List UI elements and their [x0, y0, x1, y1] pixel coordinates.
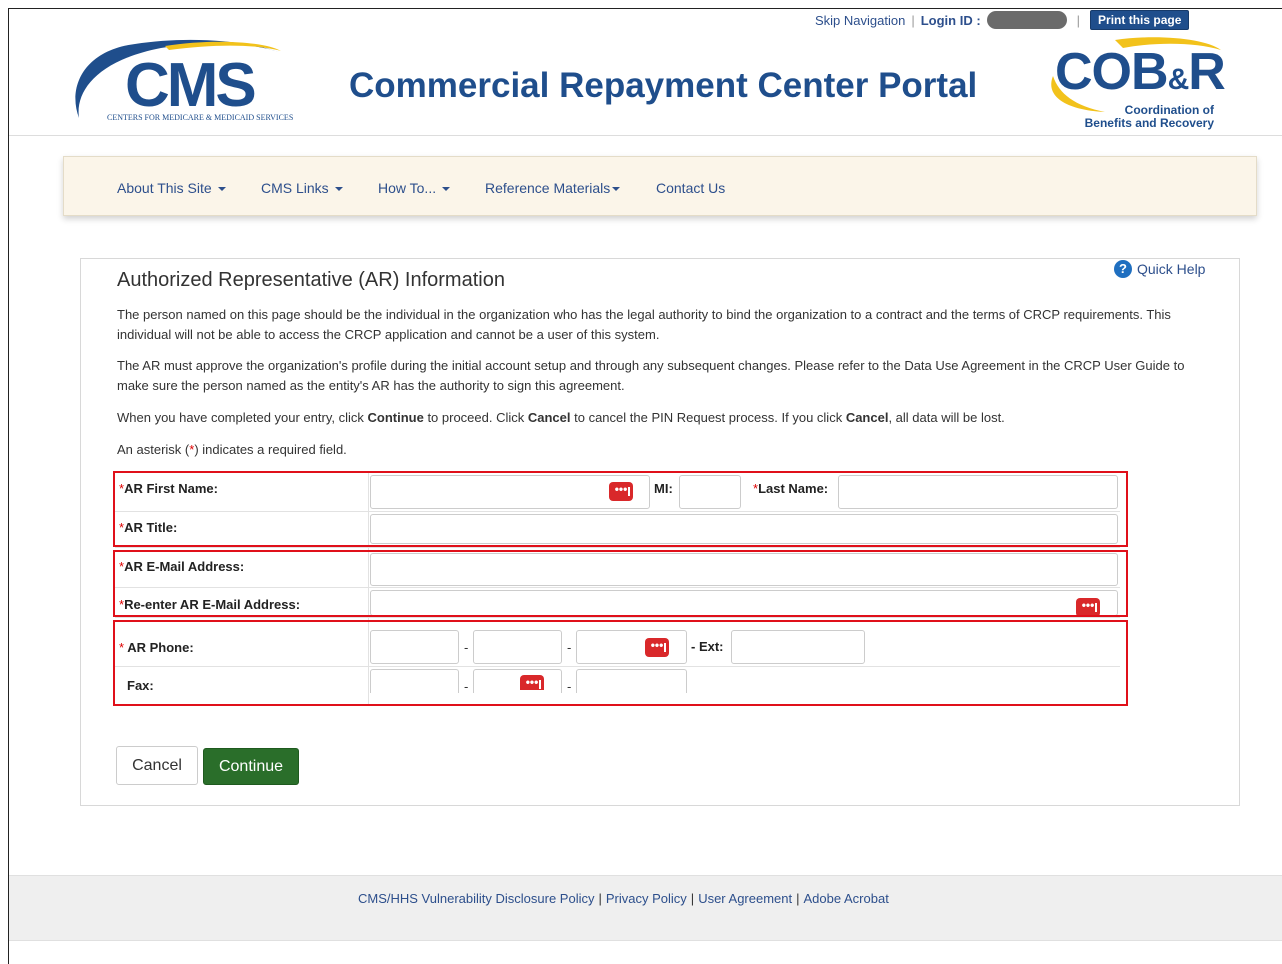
nav-cms-links[interactable]: CMS Links [261, 180, 343, 196]
caret-down-icon [612, 187, 621, 192]
separator: | [1076, 12, 1081, 28]
nav-how-to[interactable]: How To... [378, 180, 451, 196]
site-header: CMS CENTERS FOR MEDICARE & MEDICAID SERV… [9, 30, 1282, 136]
nav-reference-materials[interactable]: Reference Materials [485, 180, 621, 196]
highlight-name-title [113, 471, 1128, 547]
footer-link-adobe-acrobat[interactable]: Adobe Acrobat [804, 891, 889, 906]
intro-paragraph: The person named on this page should be … [117, 307, 1171, 342]
footer-link-privacy-policy[interactable]: Privacy Policy [606, 891, 687, 906]
site-footer: CMS/HHS Vulnerability Disclosure Policy |… [9, 875, 1282, 941]
cms-logo-text: CMS [125, 51, 257, 120]
cobr-logo-text: COB&R [1055, 43, 1226, 101]
print-page-button[interactable]: Print this page [1090, 10, 1190, 30]
login-id-label: Login ID : [920, 12, 981, 28]
separator: | [690, 891, 695, 906]
cobr-logo-subtitle: Coordination of Benefits and Recovery [1084, 103, 1214, 130]
help-icon: ? [1114, 260, 1132, 278]
footer-link-vulnerability-disclosure[interactable]: CMS/HHS Vulnerability Disclosure Policy [358, 891, 594, 906]
login-id-value-redacted [986, 11, 1067, 29]
cancel-button[interactable]: Cancel [116, 746, 198, 785]
footer-links: CMS/HHS Vulnerability Disclosure Policy |… [358, 891, 889, 906]
skip-navigation-link[interactable]: Skip Navigation [815, 13, 905, 28]
continue-button[interactable]: Continue [203, 748, 299, 785]
required-field-note: An asterisk (*) indicates a required fie… [117, 442, 347, 457]
caret-down-icon [334, 187, 343, 192]
nav-contact-us[interactable]: Contact Us [656, 180, 725, 196]
nav-about-this-site[interactable]: About This Site [117, 180, 226, 196]
page-title: Authorized Representative (AR) Informati… [117, 269, 505, 291]
cms-logo-subtitle: CENTERS FOR MEDICARE & MEDICAID SERVICES [107, 113, 294, 122]
approval-paragraph: The AR must approve the organization's p… [117, 358, 1185, 393]
highlight-email [113, 550, 1128, 617]
quick-help-label: Quick Help [1137, 261, 1206, 277]
caret-down-icon [217, 187, 226, 192]
portal-title: Commercial Repayment Center Portal [349, 66, 978, 105]
utility-bar: Skip Navigation | Login ID : | Print thi… [815, 10, 1190, 30]
footer-link-user-agreement[interactable]: User Agreement [698, 891, 792, 906]
highlight-phone-fax [113, 620, 1128, 706]
instructions-paragraph: When you have completed your entry, clic… [117, 410, 1005, 425]
main-navigation: About This Site CMS Links How To... Refe… [63, 156, 1257, 216]
separator: | [911, 12, 915, 28]
separator: | [796, 891, 800, 906]
caret-down-icon [442, 187, 451, 192]
quick-help-link[interactable]: ? Quick Help [1114, 260, 1205, 278]
separator: | [598, 891, 602, 906]
